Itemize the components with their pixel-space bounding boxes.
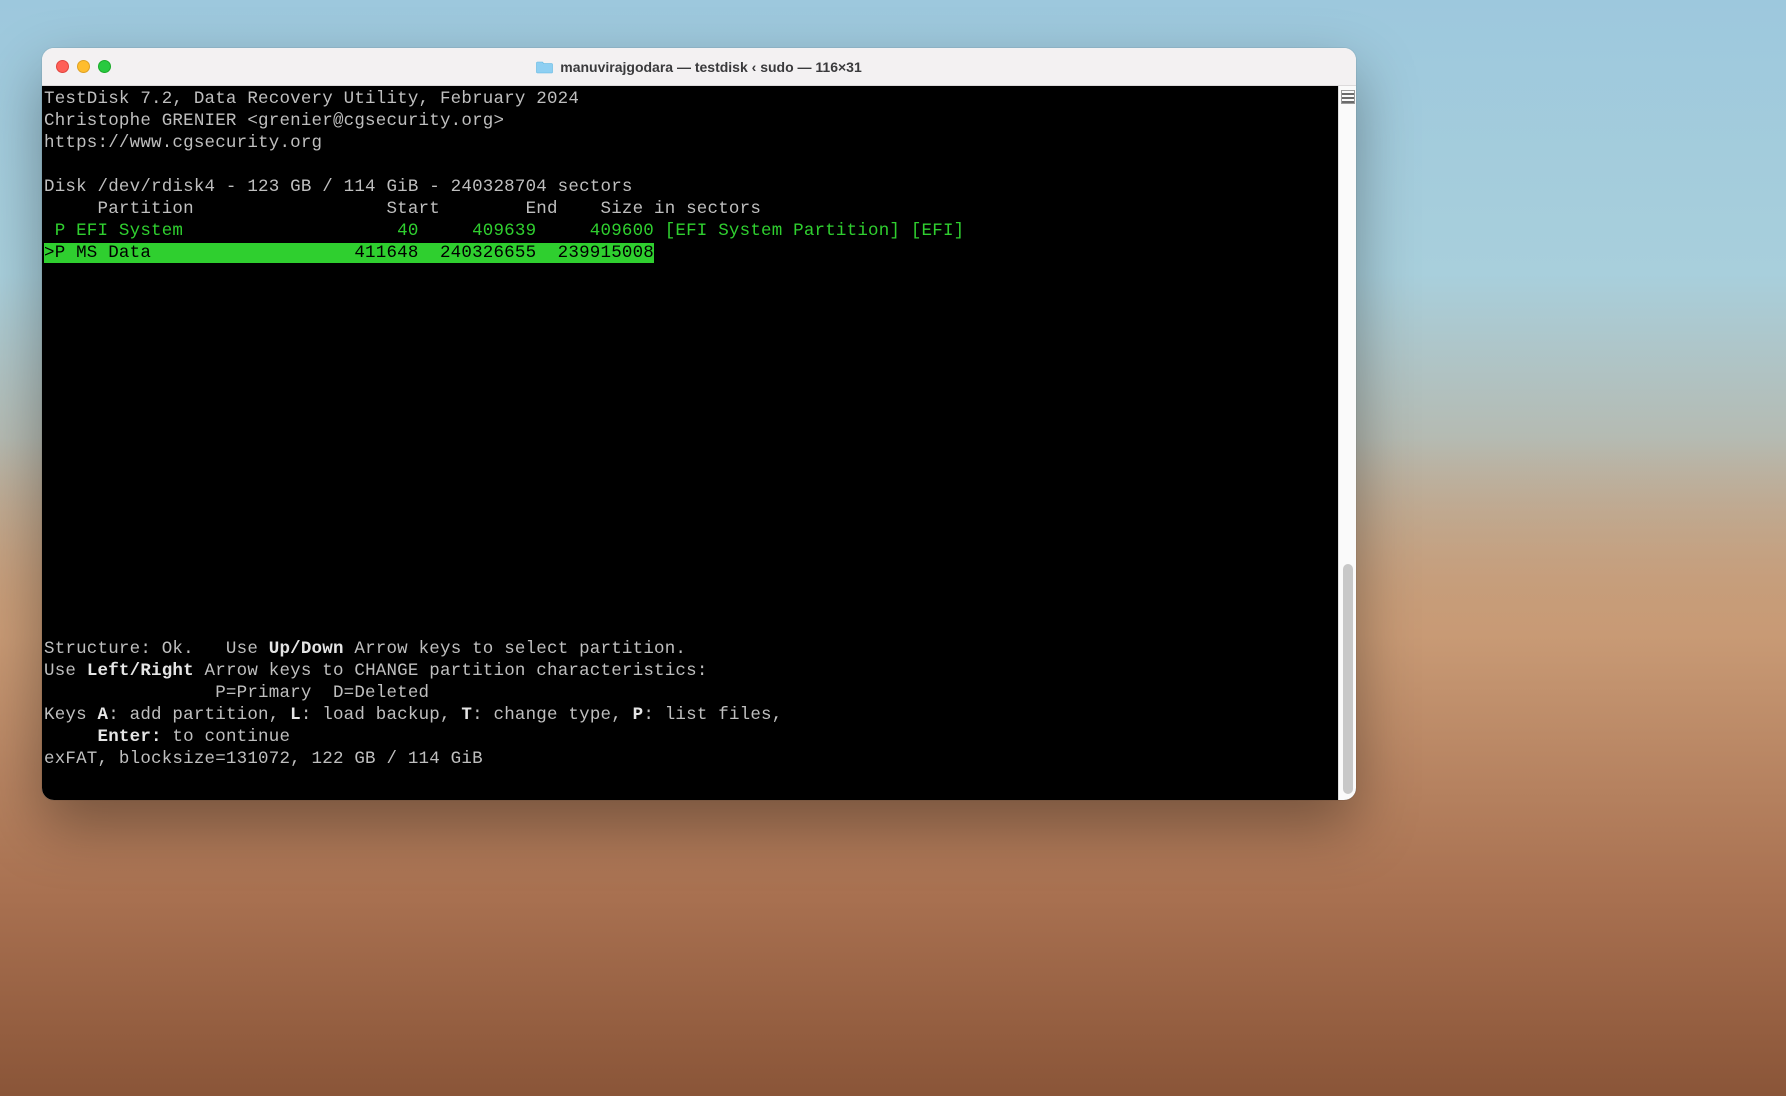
leftright-key-hint: Left/Right xyxy=(87,661,194,681)
scrollbar[interactable] xyxy=(1338,86,1356,800)
leftright-line: Use Left/Right Arrow keys to CHANGE part… xyxy=(44,661,708,681)
columns-header: Partition Start End Size in sectors xyxy=(44,199,761,219)
scrollbar-top-icon[interactable] xyxy=(1341,90,1355,104)
legend-line: P=Primary D=Deleted xyxy=(44,683,429,703)
header-line-2: Christophe GRENIER <grenier@cgsecurity.o… xyxy=(44,111,504,131)
window-title: manuvirajgodara — testdisk ‹ sudo — 116×… xyxy=(560,59,862,75)
titlebar[interactable]: manuvirajgodara — testdisk ‹ sudo — 116×… xyxy=(42,48,1356,86)
traffic-lights xyxy=(56,60,111,73)
filesystem-line: exFAT, blocksize=131072, 122 GB / 114 Gi… xyxy=(44,749,483,769)
partition-row-efi[interactable]: P EFI System 40 409639 409600 [EFI Syste… xyxy=(44,221,964,241)
folder-icon xyxy=(536,60,553,74)
terminal-window: manuvirajgodara — testdisk ‹ sudo — 116×… xyxy=(42,48,1356,800)
terminal-content[interactable]: TestDisk 7.2, Data Recovery Utility, Feb… xyxy=(42,86,1338,800)
partition-row-msdata-selected[interactable]: >P MS Data 411648 240326655 239915008 xyxy=(44,243,654,263)
structure-line: Structure: Ok. Use Up/Down Arrow keys to… xyxy=(44,639,686,659)
minimize-icon[interactable] xyxy=(77,60,90,73)
enter-key: Enter: xyxy=(98,727,162,747)
key-t: T xyxy=(461,705,472,725)
header-line-1: TestDisk 7.2, Data Recovery Utility, Feb… xyxy=(44,89,579,109)
disk-info-line: Disk /dev/rdisk4 - 123 GB / 114 GiB - 24… xyxy=(44,177,633,197)
scrollbar-thumb[interactable] xyxy=(1343,564,1353,794)
key-l: L xyxy=(290,705,301,725)
close-icon[interactable] xyxy=(56,60,69,73)
window-title-container: manuvirajgodara — testdisk ‹ sudo — 116×… xyxy=(42,59,1356,75)
updown-key-hint: Up/Down xyxy=(269,639,344,659)
header-line-3: https://www.cgsecurity.org xyxy=(44,133,322,153)
key-a: A xyxy=(98,705,109,725)
key-p: P xyxy=(633,705,644,725)
enter-line: Enter: to continue xyxy=(44,727,290,747)
terminal-body[interactable]: TestDisk 7.2, Data Recovery Utility, Feb… xyxy=(42,86,1356,800)
zoom-icon[interactable] xyxy=(98,60,111,73)
keys-line: Keys A: add partition, L: load backup, T… xyxy=(44,705,782,725)
